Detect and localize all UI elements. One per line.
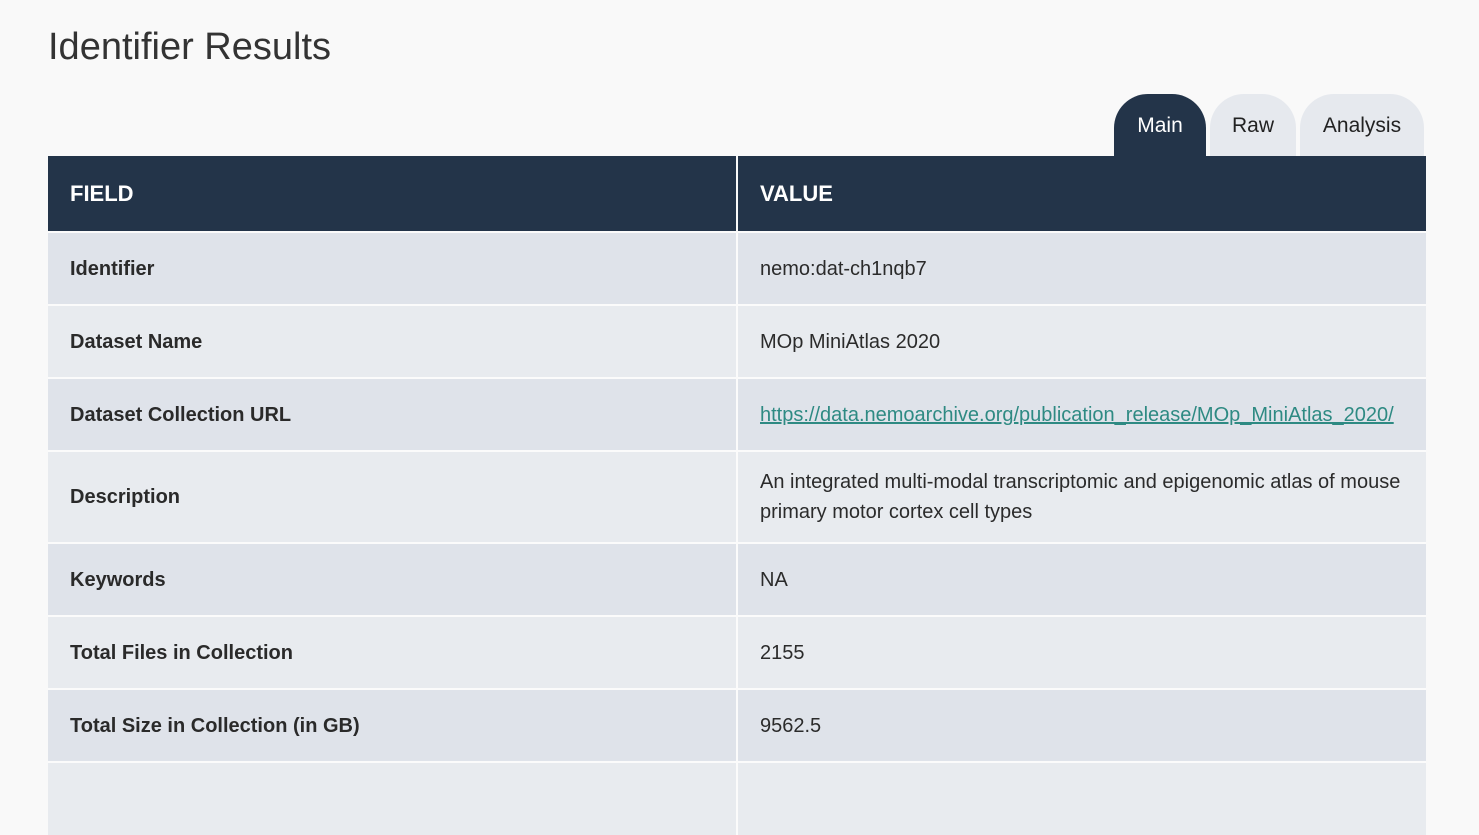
table-row: Description An integrated multi-modal tr… bbox=[48, 450, 1426, 543]
tab-main[interactable]: Main bbox=[1114, 94, 1206, 157]
field-column-header: FIELD bbox=[48, 156, 738, 232]
value-cell: 2155 bbox=[737, 615, 1426, 689]
field-cell: Total Files in Collection bbox=[48, 615, 738, 689]
value-cell: NA bbox=[737, 542, 1426, 616]
value-cell: https://data.nemoarchive.org/publication… bbox=[737, 377, 1426, 451]
field-cell: Total Size in Collection (in GB) bbox=[48, 688, 738, 762]
tab-raw[interactable]: Raw bbox=[1210, 94, 1296, 157]
dataset-collection-url-link[interactable]: https://data.nemoarchive.org/publication… bbox=[760, 400, 1408, 430]
field-cell bbox=[48, 761, 738, 835]
table-row: Identifier nemo:dat-ch1nqb7 bbox=[48, 231, 1426, 305]
value-cell: 9562.5 bbox=[737, 688, 1426, 762]
results-table: FIELD VALUE Identifier nemo:dat-ch1nqb7 … bbox=[48, 156, 1426, 835]
result-tabs: Main Raw Analysis bbox=[1114, 94, 1424, 157]
value-column-header: VALUE bbox=[737, 156, 1426, 232]
value-cell bbox=[737, 761, 1426, 835]
field-cell: Dataset Name bbox=[48, 304, 738, 378]
value-cell: nemo:dat-ch1nqb7 bbox=[737, 231, 1426, 305]
table-row: Total Files in Collection 2155 bbox=[48, 615, 1426, 689]
table-row bbox=[48, 761, 1426, 835]
field-cell: Dataset Collection URL bbox=[48, 377, 738, 451]
tab-analysis[interactable]: Analysis bbox=[1300, 94, 1424, 157]
table-header-row: FIELD VALUE bbox=[48, 156, 1426, 232]
page-title: Identifier Results bbox=[48, 26, 332, 68]
table-row: Total Size in Collection (in GB) 9562.5 bbox=[48, 688, 1426, 762]
value-cell: An integrated multi-modal transcriptomic… bbox=[737, 450, 1426, 543]
value-cell: MOp MiniAtlas 2020 bbox=[737, 304, 1426, 378]
table-row: Dataset Name MOp MiniAtlas 2020 bbox=[48, 304, 1426, 378]
table-row: Dataset Collection URL https://data.nemo… bbox=[48, 377, 1426, 451]
table-row: Keywords NA bbox=[48, 542, 1426, 616]
field-cell: Keywords bbox=[48, 542, 738, 616]
field-cell: Description bbox=[48, 450, 738, 543]
field-cell: Identifier bbox=[48, 231, 738, 305]
